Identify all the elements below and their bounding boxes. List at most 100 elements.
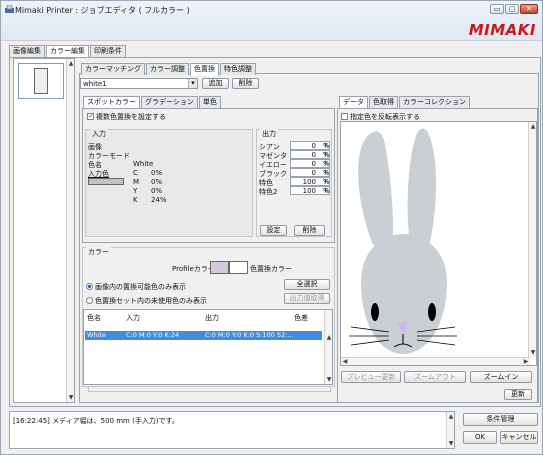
minimize-button[interactable]: ▭ bbox=[490, 4, 504, 14]
row-output: C:0 M:0 Y:0 K:0 S:100 S2:... bbox=[205, 331, 294, 339]
out-magenta-unit: % bbox=[323, 151, 330, 159]
profile-color-swatch bbox=[210, 261, 229, 274]
color-set-value: white1 bbox=[83, 80, 107, 88]
rabbit-image bbox=[341, 122, 536, 365]
job-thumbnail-list[interactable]: ▲ ▼ bbox=[13, 58, 75, 403]
radio-unused-only[interactable] bbox=[86, 297, 93, 304]
image-preview[interactable]: ▲ ▼ ◀ ▶ bbox=[340, 121, 537, 366]
multi-replace-label: 複数色置換を設定する bbox=[96, 113, 166, 121]
main-window: Mimaki Printer : ジョブエディタ ( フルカラー ) ▭ ▢ ✕… bbox=[0, 0, 543, 455]
tab-color-adjust[interactable]: カラー調整 bbox=[146, 63, 189, 75]
ok-button[interactable]: OK bbox=[463, 431, 497, 444]
zoom-out-button[interactable]: ズームアウト bbox=[404, 371, 466, 383]
row-color-name: White bbox=[87, 331, 106, 339]
radio-replaceable-only[interactable] bbox=[86, 283, 93, 290]
zoom-in-button[interactable]: ズームイン bbox=[470, 371, 532, 383]
out-cyan-value: 0 bbox=[311, 142, 316, 150]
preview-vscroll[interactable]: ▲ ▼ bbox=[528, 122, 536, 357]
refresh-button[interactable]: 更新 bbox=[504, 389, 532, 400]
col-header-name[interactable]: 色名 bbox=[87, 313, 101, 323]
scroll-down-icon[interactable]: ▼ bbox=[325, 376, 333, 383]
scroll-up-icon[interactable]: ▲ bbox=[447, 413, 455, 420]
invert-checkbox[interactable] bbox=[341, 113, 348, 120]
out-spot-unit: % bbox=[323, 178, 330, 186]
delete-output-button[interactable]: 削除 bbox=[294, 225, 325, 236]
out-spot2-value: 100 bbox=[302, 187, 316, 195]
input-group-title: 入力 bbox=[90, 129, 108, 139]
scroll-down-icon[interactable]: ▼ bbox=[447, 440, 455, 447]
replace-color-label: 色置換カラー bbox=[250, 265, 292, 273]
out-black-unit: % bbox=[323, 169, 330, 177]
scroll-up-icon[interactable]: ▲ bbox=[67, 60, 75, 67]
tab-color-matching[interactable]: カラーマッチング bbox=[81, 63, 145, 75]
sub-tab-bar: カラーマッチング カラー調整 色置換 特色調整 bbox=[81, 63, 257, 76]
cmyk-y-value: 0% bbox=[151, 187, 163, 195]
out-black-value: 0 bbox=[311, 169, 316, 177]
out-spot2-unit: % bbox=[323, 187, 330, 195]
replace-color-swatch bbox=[229, 261, 248, 274]
scroll-left-icon[interactable]: ◀ bbox=[341, 358, 349, 365]
tab-image-edit[interactable]: 画像編集 bbox=[9, 45, 45, 57]
table-row[interactable]: White C:0 M:0 Y:0 K:24 C:0 M:0 Y:0 K:0 S… bbox=[85, 331, 322, 340]
tab-gradation[interactable]: グラデーション bbox=[141, 96, 198, 108]
col-header-diff[interactable]: 色差 bbox=[294, 313, 308, 323]
out-magenta-value: 0 bbox=[311, 151, 316, 159]
col-header-input[interactable]: 入力 bbox=[126, 313, 140, 323]
close-button[interactable]: ✕ bbox=[520, 4, 538, 14]
thumbnail-scrollbar[interactable]: ▲ ▼ bbox=[66, 59, 74, 402]
row-input: C:0 M:0 Y:0 K:24 bbox=[126, 331, 180, 339]
cmyk-y-label: Y bbox=[133, 187, 138, 195]
add-button[interactable]: 追加 bbox=[202, 78, 229, 89]
color-table[interactable]: 色名 入力 出力 色差 White C:0 M:0 Y:0 K:24 C:0 M… bbox=[83, 309, 333, 385]
log-message: [16:22:45] メディア幅は、500 mm (手入力)です。 bbox=[13, 417, 179, 425]
cancel-button[interactable]: キャンセル bbox=[500, 431, 538, 444]
out-yellow-value: 0 bbox=[311, 160, 316, 168]
col-header-output[interactable]: 出力 bbox=[205, 313, 219, 323]
scroll-down-icon[interactable]: ▼ bbox=[529, 349, 536, 356]
tab-single-color[interactable]: 単色 bbox=[198, 96, 221, 108]
color-name-value: White bbox=[133, 160, 154, 168]
tab-print-conditions[interactable]: 印刷条件 bbox=[90, 45, 126, 57]
scroll-up-icon[interactable]: ▲ bbox=[325, 334, 333, 341]
title-bar: Mimaki Printer : ジョブエディタ ( フルカラー ) ▭ ▢ ✕… bbox=[1, 1, 542, 41]
out-spot2-label: 特色2 bbox=[259, 188, 278, 196]
app-icon bbox=[5, 5, 14, 13]
cmyk-k-label: K bbox=[133, 196, 138, 204]
cmyk-m-label: M bbox=[133, 178, 140, 186]
window-title: Mimaki Printer : ジョブエディタ ( フルカラー ) bbox=[15, 6, 190, 15]
get-output-button[interactable]: 出力値取得 bbox=[284, 293, 330, 304]
scroll-right-icon[interactable]: ▶ bbox=[522, 358, 530, 365]
tab-color-pick[interactable]: 色取得 bbox=[369, 96, 398, 108]
job-thumbnail[interactable] bbox=[18, 63, 64, 99]
scroll-down-icon[interactable]: ▼ bbox=[67, 394, 75, 401]
progress-area bbox=[88, 386, 331, 392]
cmyk-m-value: 0% bbox=[151, 178, 163, 186]
cmyk-c-value: 0% bbox=[151, 169, 163, 177]
maximize-button[interactable]: ▢ bbox=[505, 4, 519, 14]
multi-replace-checkbox[interactable] bbox=[87, 112, 94, 120]
cmyk-c-label: C bbox=[133, 169, 138, 177]
tab-spot-adjust[interactable]: 特色調整 bbox=[220, 63, 256, 75]
tab-color-replace[interactable]: 色置換 bbox=[190, 63, 219, 76]
out-cyan-unit: % bbox=[323, 142, 330, 150]
table-scrollbar[interactable]: ▲ ▼ bbox=[324, 310, 332, 384]
cmyk-k-value: 24% bbox=[151, 196, 167, 204]
select-all-button[interactable]: 全選択 bbox=[284, 279, 330, 290]
color-set-select[interactable]: white1 ▾ bbox=[80, 78, 198, 89]
preview-hscroll[interactable]: ◀ ▶ bbox=[341, 357, 530, 365]
preview-refresh-button[interactable]: プレビュー更新 bbox=[341, 371, 401, 383]
dropdown-arrow-icon[interactable]: ▾ bbox=[188, 79, 197, 88]
log-area[interactable]: [16:22:45] メディア幅は、500 mm (手入力)です。 ▲ ▼ bbox=[9, 411, 455, 449]
conditions-button[interactable]: 条件管理 bbox=[463, 413, 538, 426]
profile-color-label: Profileカラー bbox=[172, 265, 215, 273]
log-scrollbar[interactable]: ▲ ▼ bbox=[446, 412, 454, 448]
set-button[interactable]: 設定 bbox=[260, 225, 287, 236]
out-yellow-unit: % bbox=[323, 160, 330, 168]
radio-unused-label: 色置換セット内の未使用色のみ表示 bbox=[95, 297, 207, 305]
tab-color-collection[interactable]: カラーコレクション bbox=[399, 96, 470, 108]
scroll-up-icon[interactable]: ▲ bbox=[529, 123, 536, 130]
delete-set-button[interactable]: 削除 bbox=[232, 78, 259, 89]
brand-logo: MIMAKI bbox=[468, 21, 536, 39]
out-spot-value: 100 bbox=[302, 178, 316, 186]
window-controls: ▭ ▢ ✕ bbox=[490, 4, 538, 14]
